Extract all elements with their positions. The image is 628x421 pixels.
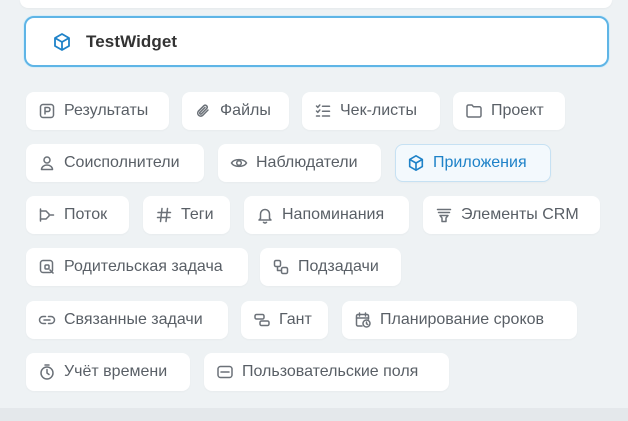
chip-label: Наблюдатели (256, 154, 358, 171)
chip-label: Результаты (64, 102, 149, 119)
parent-task-icon (37, 257, 57, 277)
chip-label: Напоминания (282, 206, 385, 223)
chip-parent-task[interactable]: Родительская задача (26, 248, 248, 286)
flow-icon (37, 205, 57, 225)
chip-label: Соисполнители (64, 154, 180, 171)
chip-label: Поток (64, 206, 108, 223)
cube-icon (406, 153, 426, 173)
chip-results[interactable]: Результаты (26, 92, 169, 130)
chip-label: Родительская задача (64, 258, 223, 275)
gantt-icon (252, 310, 272, 330)
folder-icon (464, 101, 484, 121)
chip-label: Подзадачи (298, 258, 379, 275)
paperclip-icon (193, 101, 213, 121)
chip-time-tracking[interactable]: Учёт времени (26, 353, 190, 391)
chip-apps[interactable]: Приложения (395, 144, 551, 182)
chip-observers[interactable]: Наблюдатели (218, 144, 381, 182)
chip-label: Проект (491, 102, 544, 119)
chip-subtasks[interactable]: Подзадачи (260, 248, 401, 286)
chip-reminders[interactable]: Напоминания (244, 196, 409, 234)
chip-gantt[interactable]: Гант (241, 301, 328, 339)
crm-icon (434, 205, 454, 225)
bell-icon (255, 205, 275, 225)
chip-label: Элементы CRM (461, 206, 579, 223)
chip-checklists[interactable]: Чек-листы (302, 92, 440, 130)
chip-related[interactable]: Связанные задачи (26, 301, 228, 339)
chip-flow[interactable]: Поток (26, 196, 129, 234)
widget-title: TestWidget (86, 31, 178, 51)
hash-icon (154, 205, 174, 225)
subtasks-icon (271, 257, 291, 277)
chip-label: Учёт времени (64, 363, 168, 380)
stopwatch-icon (37, 362, 57, 382)
chip-custom-fields[interactable]: Пользовательские поля (204, 353, 449, 391)
chip-label: Приложения (433, 154, 527, 171)
chip-coexecutors[interactable]: Соисполнители (26, 144, 204, 182)
calendar-clock-icon (353, 310, 373, 330)
chip-label: Пользовательские поля (242, 363, 419, 380)
chip-label: Гант (279, 311, 312, 328)
chip-planning[interactable]: Планирование сроков (342, 301, 577, 339)
chip-crm[interactable]: Элементы CRM (423, 196, 600, 234)
link-icon (37, 310, 57, 330)
chip-tags[interactable]: Теги (143, 196, 230, 234)
custom-fields-icon (215, 362, 235, 382)
results-icon (37, 101, 57, 121)
panel-bottom-edge (0, 408, 628, 421)
chip-project[interactable]: Проект (453, 92, 565, 130)
chip-label: Чек-листы (340, 102, 417, 119)
widget-card[interactable]: TestWidget (24, 16, 609, 67)
checklist-icon (313, 101, 333, 121)
eye-icon (229, 153, 249, 173)
chip-label: Связанные задачи (64, 311, 203, 328)
user-icon (37, 153, 57, 173)
chip-label: Теги (181, 206, 214, 223)
chip-label: Файлы (220, 102, 271, 119)
chip-files[interactable]: Файлы (182, 92, 289, 130)
chip-label: Планирование сроков (380, 311, 545, 328)
cube-icon (51, 31, 73, 53)
previous-card-edge (20, 0, 612, 8)
